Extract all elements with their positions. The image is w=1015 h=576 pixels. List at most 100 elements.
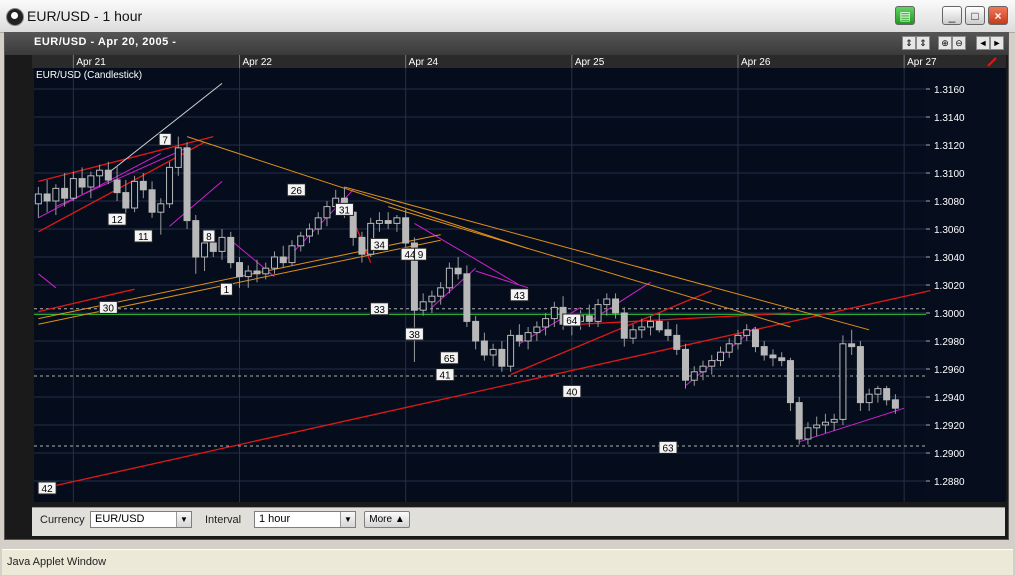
candle xyxy=(463,265,471,327)
wave-marker[interactable]: 42 xyxy=(37,481,57,495)
candle-body-up xyxy=(297,235,305,247)
candle-body-down xyxy=(358,236,366,255)
candle-body-up xyxy=(218,236,226,252)
candle-body-down xyxy=(612,298,620,314)
y-tick-label: 1.3060 xyxy=(934,225,965,236)
wave-marker[interactable]: 64 xyxy=(562,313,582,327)
chevron-down-icon[interactable]: ▼ xyxy=(176,512,191,527)
wave-marker[interactable]: 34 xyxy=(369,237,389,251)
candle-body-up xyxy=(445,267,453,289)
candle-body-down xyxy=(682,348,690,381)
wave-marker[interactable]: 40 xyxy=(562,384,582,398)
x-tick-label: Apr 26 xyxy=(741,57,771,68)
wave-marker[interactable]: 26 xyxy=(286,183,306,197)
candle-body-down xyxy=(769,354,777,359)
interval-label: Interval xyxy=(205,514,242,526)
candle-body-up xyxy=(708,360,716,367)
currency-label: Currency xyxy=(40,514,85,526)
candle-body-up xyxy=(716,351,724,362)
y-tick-label: 1.3040 xyxy=(934,253,965,264)
candle-body-up xyxy=(830,418,838,423)
wave-marker[interactable]: 63 xyxy=(658,440,678,454)
candle-body-down xyxy=(113,179,121,194)
y-tick-label: 1.3140 xyxy=(934,113,965,124)
wave-marker[interactable]: 9 xyxy=(414,247,428,261)
candle-body-up xyxy=(157,203,165,213)
y-tick-label: 1.2980 xyxy=(934,337,965,348)
wave-marker-label: 42 xyxy=(42,484,54,495)
wave-marker-label: 40 xyxy=(566,387,578,398)
candle-body-down xyxy=(43,193,51,202)
candle-body-up xyxy=(725,343,733,353)
candle-body-down xyxy=(78,178,86,188)
wave-marker[interactable]: 65 xyxy=(439,351,459,365)
candlestick-chart[interactable]: 71211 81302631343344 93865414364406342 1.3… xyxy=(0,0,1015,576)
wave-marker-label: 41 xyxy=(439,371,451,382)
wave-marker[interactable]: 7 xyxy=(158,132,172,146)
candle-body-up xyxy=(201,242,209,258)
more-button[interactable]: More ▲ xyxy=(364,511,410,528)
y-tick-label: 1.3160 xyxy=(934,85,965,96)
candle-body-up xyxy=(690,371,698,381)
wave-marker-label: 1 xyxy=(224,285,230,296)
chevron-down-icon[interactable]: ▼ xyxy=(340,512,355,527)
wave-marker-label: 12 xyxy=(112,215,124,226)
wave-marker-label: 38 xyxy=(409,330,421,341)
wave-marker[interactable]: 33 xyxy=(369,302,389,316)
candle-body-down xyxy=(883,388,891,401)
wave-marker[interactable]: 12 xyxy=(107,212,127,226)
candle-body-up xyxy=(813,424,821,429)
candle-body-up xyxy=(87,175,95,188)
candle-body-down xyxy=(673,334,681,350)
candle-body-up xyxy=(489,348,497,356)
y-tick-label: 1.2960 xyxy=(934,365,965,376)
candle-body-up xyxy=(699,365,707,373)
wave-marker[interactable]: 1 xyxy=(219,282,233,296)
wave-marker-label: 63 xyxy=(662,443,674,454)
candle-body-up xyxy=(542,318,550,328)
wave-marker[interactable]: 38 xyxy=(404,327,424,341)
status-text: Java Applet Window xyxy=(7,556,107,568)
candle-body-down xyxy=(349,211,357,238)
candle-body-up xyxy=(34,193,42,205)
x-tick-label: Apr 27 xyxy=(907,57,937,68)
wave-marker[interactable]: 8 xyxy=(202,229,216,243)
candle-body-down xyxy=(253,270,261,275)
candle-body-up xyxy=(821,421,829,426)
candle xyxy=(507,329,515,372)
candle-body-up xyxy=(594,304,602,322)
wave-marker[interactable]: 30 xyxy=(98,300,118,314)
y-tick-label: 1.3080 xyxy=(934,197,965,208)
candle-body-down xyxy=(498,348,506,367)
wave-marker[interactable]: 31 xyxy=(334,202,354,216)
candle-body-down xyxy=(122,192,130,209)
candle-body-down xyxy=(463,273,471,322)
candle-body-down xyxy=(778,357,786,362)
candle xyxy=(856,341,864,411)
x-tick-label: Apr 21 xyxy=(76,57,106,68)
candle-body-up xyxy=(638,326,646,331)
candle-body-down xyxy=(236,262,244,278)
wave-marker[interactable]: 11 xyxy=(133,229,153,243)
candle-body-down xyxy=(183,147,191,222)
candle-body-down xyxy=(856,346,864,404)
wave-marker[interactable]: 41 xyxy=(435,368,455,382)
wave-marker-label: 9 xyxy=(418,250,424,261)
candle xyxy=(367,217,375,257)
y-tick-label: 1.3120 xyxy=(934,141,965,152)
candle-body-down xyxy=(472,320,480,342)
candle-body-up xyxy=(166,166,174,205)
candle-body-up xyxy=(244,270,252,278)
wave-marker-label: 64 xyxy=(566,316,578,327)
candle-body-up xyxy=(507,334,515,367)
candle-body-up xyxy=(533,326,541,334)
x-tick-label: Apr 25 xyxy=(575,57,605,68)
candle-body-down xyxy=(515,334,523,342)
wave-marker-label: 34 xyxy=(374,240,386,251)
wave-marker[interactable]: 43 xyxy=(509,288,529,302)
currency-value: EUR/USD xyxy=(95,513,145,525)
candle-body-down xyxy=(402,217,410,244)
candle-body-down xyxy=(192,220,200,258)
interval-select[interactable]: 1 hour ▼ xyxy=(254,511,356,528)
currency-select[interactable]: EUR/USD ▼ xyxy=(90,511,192,528)
